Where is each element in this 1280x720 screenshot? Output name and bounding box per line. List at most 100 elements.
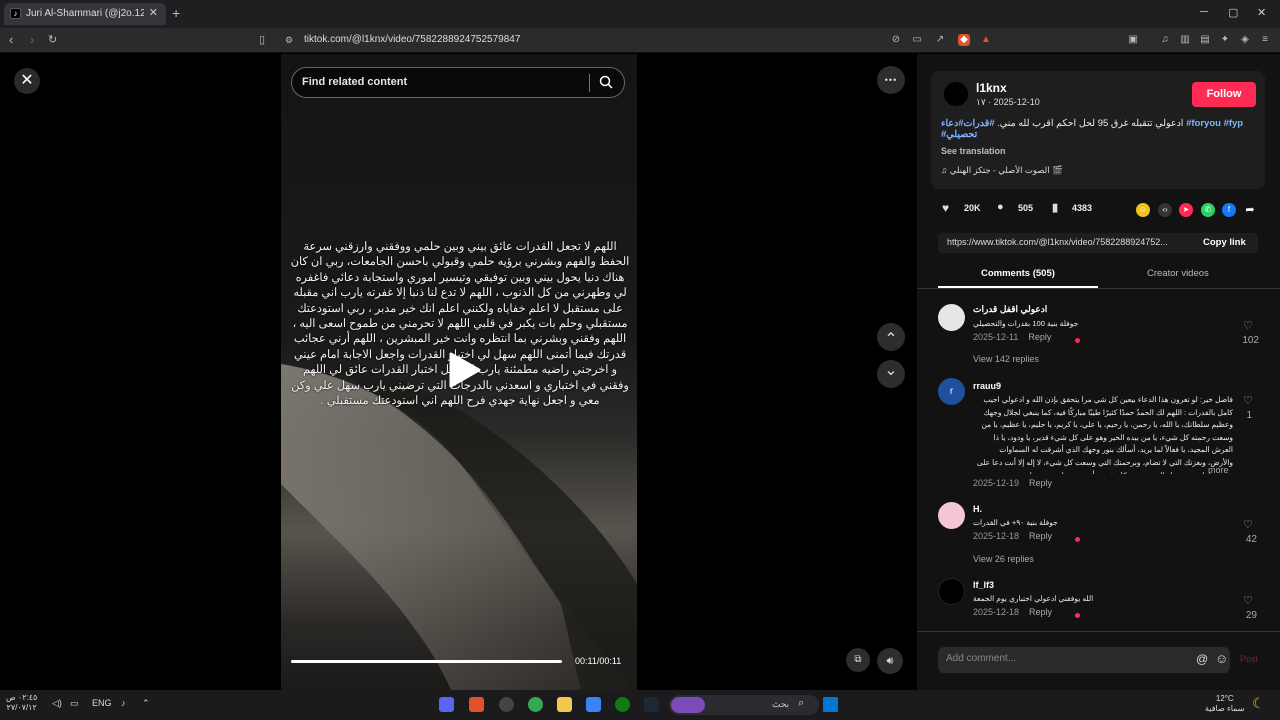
tab-close-icon[interactable]: ✕ — [149, 6, 158, 19]
language-indicator[interactable]: ENG — [92, 698, 112, 708]
comment-input[interactable]: Add comment... — [946, 653, 1016, 664]
microphone-icon[interactable]: ♪ — [121, 698, 126, 708]
menu-icon[interactable]: ≡ — [1259, 34, 1271, 46]
reload-icon[interactable]: ↻ — [48, 33, 57, 46]
brave-icon[interactable] — [469, 697, 484, 712]
hashtag[interactable]: #foryou — [1186, 118, 1221, 129]
sidebar-toggle-icon[interactable]: ▣ — [1127, 34, 1139, 46]
reply-button[interactable]: Reply — [1029, 607, 1052, 617]
sound-link[interactable]: ♫ الصوت الأصلي - جتكز الهنلي 🎬 — [941, 165, 1063, 176]
comment-avatar[interactable] — [938, 502, 965, 529]
wallet-icon[interactable]: ▤ — [1199, 34, 1211, 46]
vpn-icon[interactable]: ◈ — [1239, 34, 1251, 46]
play-icon[interactable] — [443, 350, 483, 390]
bookmark-icon[interactable]: ▯ — [259, 33, 265, 46]
reply-button[interactable]: Reply — [1029, 478, 1052, 488]
more-button[interactable]: more — [1208, 465, 1229, 475]
comment-avatar[interactable]: r — [938, 378, 965, 405]
heart-icon[interactable]: ♥ — [942, 201, 949, 215]
address-bar[interactable]: tiktok.com/@l1knx/video/7582288924752579… — [304, 34, 520, 45]
search-input[interactable]: Find related content — [302, 76, 407, 88]
add-comment-box[interactable]: Add comment... @ ☺ — [938, 647, 1230, 673]
reply-button[interactable]: Reply — [1028, 332, 1051, 342]
next-video-button[interactable]: ⌄ — [877, 360, 905, 388]
search-icon[interactable] — [599, 75, 613, 89]
related-search-bar[interactable]: Find related content — [291, 67, 625, 98]
back-icon[interactable]: ‹ — [9, 32, 13, 47]
new-tab-button[interactable]: + — [172, 5, 180, 21]
panel-icon[interactable]: ▥ — [1179, 34, 1191, 46]
share-icon[interactable]: ➦ — [1243, 203, 1257, 217]
comment-author[interactable]: rrauu9 — [973, 381, 1001, 391]
xbox-icon[interactable] — [615, 697, 630, 712]
embed-icon[interactable]: ‹› — [1158, 203, 1172, 217]
comment-like-icon[interactable]: ♡ — [1243, 319, 1253, 332]
bookmark-icon[interactable]: ▮ — [1052, 201, 1058, 214]
clock[interactable]: ٠٢:٤٥ ص ٢٧/٠٧/١٢ — [6, 693, 37, 713]
see-translation-link[interactable]: See translation — [941, 146, 1006, 156]
media-icon[interactable]: ♫ — [1159, 34, 1171, 46]
ai-icon[interactable]: ✦ — [1219, 34, 1231, 46]
comment-author[interactable]: ادعولي اقفل قدرات — [973, 304, 1047, 315]
send-icon[interactable]: ➤ — [1179, 203, 1193, 217]
taskbar-search-input[interactable]: بحث — [772, 699, 789, 710]
comment-avatar[interactable] — [938, 304, 965, 331]
copy-link-button[interactable]: Copy link — [1203, 237, 1246, 248]
post-button[interactable]: Post — [1240, 654, 1258, 664]
store-icon[interactable] — [586, 697, 601, 712]
tab-creator-videos[interactable]: Creator videos — [1147, 268, 1209, 279]
start-icon[interactable] — [823, 697, 838, 712]
share-link[interactable]: https://www.tiktok.com/@l1knx/video/7582… — [947, 237, 1189, 247]
browser-tab[interactable]: ♪ Juri Al-Shammari (@j2o.12) | Tik ✕ — [4, 3, 166, 25]
maximize-button[interactable]: ▢ — [1228, 6, 1238, 19]
hashtag[interactable]: #قدرات — [964, 118, 995, 129]
hashtag[interactable]: #تحصيلي — [941, 129, 977, 140]
file-explorer-icon[interactable] — [557, 697, 572, 712]
more-options-button[interactable]: ••• — [877, 66, 905, 94]
forward-icon[interactable]: › — [30, 32, 34, 47]
rewards-icon[interactable]: ▲ — [980, 34, 992, 46]
comment-like-icon[interactable]: ♡ — [1243, 518, 1253, 531]
view-replies-button[interactable]: View 142 replies — [973, 354, 1039, 364]
brave-shield-icon[interactable]: ◆ — [958, 34, 970, 46]
taskbar-search[interactable]: بحث ⌕ — [669, 695, 819, 715]
window-close-button[interactable]: ✕ — [1257, 6, 1266, 19]
close-video-button[interactable]: ✕ — [14, 68, 40, 94]
steam-icon[interactable] — [644, 697, 659, 712]
comment-like-count: 102 — [1242, 335, 1259, 346]
screen-icon[interactable]: ▭ — [911, 34, 923, 46]
facebook-icon[interactable]: f — [1222, 203, 1236, 217]
reply-button[interactable]: Reply — [1029, 531, 1052, 541]
pip-icon[interactable]: ⧉ — [846, 648, 870, 672]
weather-widget[interactable]: 12°C سماء صافية — [1205, 694, 1245, 714]
comment-like-icon[interactable]: ♡ — [1243, 594, 1253, 607]
hashtag[interactable]: #دعاء — [941, 118, 964, 129]
comment-like-icon[interactable]: ♡ — [1243, 394, 1253, 407]
site-info-icon[interactable]: ⚙ — [285, 35, 293, 46]
chrome-icon[interactable] — [528, 697, 543, 712]
author-username[interactable]: l1knx — [976, 81, 1007, 95]
volume-icon[interactable]: 🔊︎ — [877, 648, 903, 674]
comment-avatar[interactable] — [938, 578, 965, 605]
whatsapp-icon[interactable]: ✆ — [1201, 203, 1215, 217]
volume-tray-icon[interactable]: ◁) — [52, 698, 62, 709]
follow-button[interactable]: Follow — [1192, 82, 1256, 107]
comment-icon[interactable]: ● — [997, 201, 1004, 213]
show-hidden-icon[interactable]: ⌃ — [142, 698, 150, 709]
author-avatar[interactable] — [944, 82, 968, 106]
mention-icon[interactable]: @ — [1196, 652, 1208, 666]
network-icon[interactable]: ▭ — [70, 698, 79, 709]
minimize-button[interactable]: ─ — [1200, 6, 1208, 18]
previous-video-button[interactable]: ⌃ — [877, 323, 905, 351]
hashtag[interactable]: #fyp — [1224, 118, 1244, 129]
emoji-icon[interactable]: ☺ — [1215, 651, 1228, 666]
app-icon[interactable] — [499, 697, 514, 712]
share-page-icon[interactable]: ↗ — [934, 34, 946, 46]
discord-icon[interactable] — [439, 697, 454, 712]
comment-author[interactable]: lf_lf3 — [973, 580, 994, 590]
tab-comments[interactable]: Comments (505) — [981, 268, 1055, 279]
comment-author[interactable]: H. — [973, 504, 982, 514]
emoji-icon[interactable]: ☺ — [1136, 203, 1150, 217]
view-replies-button[interactable]: View 26 replies — [973, 554, 1034, 564]
no-tracking-icon[interactable]: ⊘ — [890, 34, 902, 46]
